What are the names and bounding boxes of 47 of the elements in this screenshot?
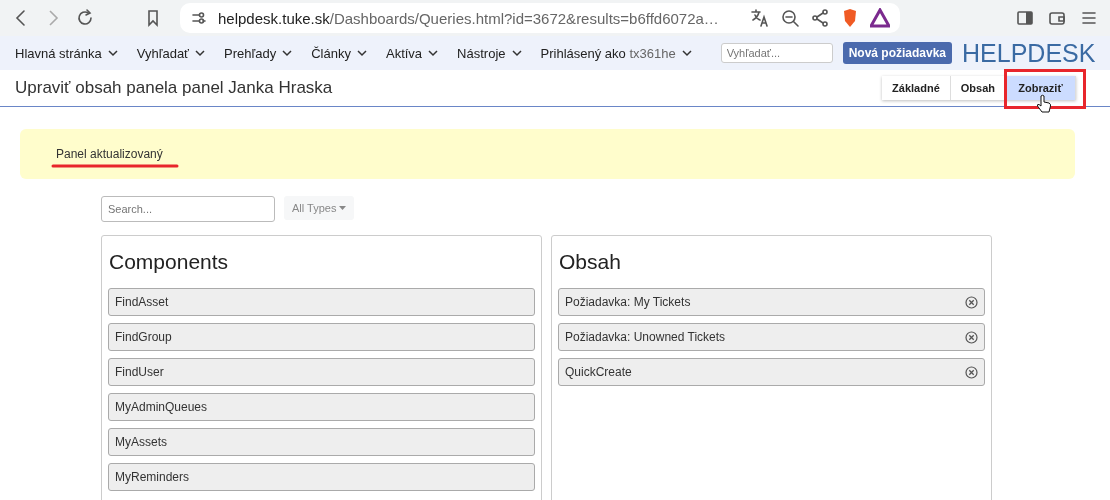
menu-item[interactable]: Vyhľadať	[136, 45, 206, 61]
chevron-down-icon	[194, 47, 206, 59]
chevron-down-icon	[281, 47, 294, 59]
hand-cursor-icon	[1036, 94, 1052, 114]
chevron-down-icon	[680, 47, 693, 59]
chevron-down-icon	[427, 47, 440, 59]
component-item[interactable]: MyAssets	[108, 428, 535, 456]
alert-message: Panel aktualizovaný	[56, 147, 163, 161]
menu-item[interactable]: Nástroje	[457, 45, 523, 61]
component-item[interactable]: FindUser	[108, 358, 535, 386]
logo: HELPDESK	[962, 38, 1096, 68]
menu-item[interactable]: Prehľady	[224, 45, 294, 61]
new-request-button[interactable]: Nová požiadavka	[842, 42, 953, 64]
panel-heading: Components	[109, 250, 230, 274]
component-item[interactable]: MyReminders	[108, 463, 535, 491]
menu-item[interactable]: Články	[311, 45, 368, 61]
reload-icon[interactable]	[75, 8, 95, 28]
sidebar-icon[interactable]	[1015, 8, 1035, 28]
remove-icon[interactable]	[965, 295, 978, 309]
search-field[interactable]: Search...	[101, 196, 275, 222]
menu-item[interactable]: Hlavná stránka	[15, 45, 119, 61]
type-dropdown[interactable]: All Types	[284, 196, 355, 220]
chevron-down-icon	[355, 47, 368, 59]
content-item[interactable]: Požiadavka: My Tickets	[558, 288, 985, 316]
tab[interactable]: Obsah	[950, 76, 1006, 100]
zoom-out-icon[interactable]	[780, 8, 800, 28]
menu-item[interactable]: Aktíva	[385, 45, 440, 61]
component-item[interactable]: MyAdminQueues	[108, 393, 535, 421]
page-title: Upraviť obsah panela panel Janka Hraska	[15, 78, 334, 98]
remove-icon[interactable]	[965, 365, 978, 379]
share-icon[interactable]	[810, 8, 830, 28]
translate-icon[interactable]	[750, 8, 770, 28]
content-item[interactable]: Požiadavka: Unowned Tickets	[558, 323, 985, 351]
component-item[interactable]: FindAsset	[108, 288, 535, 316]
tab[interactable]: Základné	[882, 76, 951, 100]
tab[interactable]: Zobraziť	[1006, 76, 1076, 100]
caret-icon	[339, 206, 347, 210]
remove-icon[interactable]	[965, 330, 978, 344]
triangle-icon[interactable]	[870, 8, 890, 28]
chevron-down-icon	[510, 47, 523, 59]
user-menu[interactable]: Prihlásený ako tx361he	[540, 45, 693, 61]
content-item[interactable]: QuickCreate	[558, 358, 985, 386]
search-field[interactable]: Vyhľadať...	[720, 43, 833, 63]
site-settings-icon[interactable]	[190, 9, 208, 27]
chevron-down-icon	[106, 47, 119, 59]
panel-heading: Obsah	[559, 250, 622, 274]
component-item[interactable]: FindGroup	[108, 323, 535, 351]
